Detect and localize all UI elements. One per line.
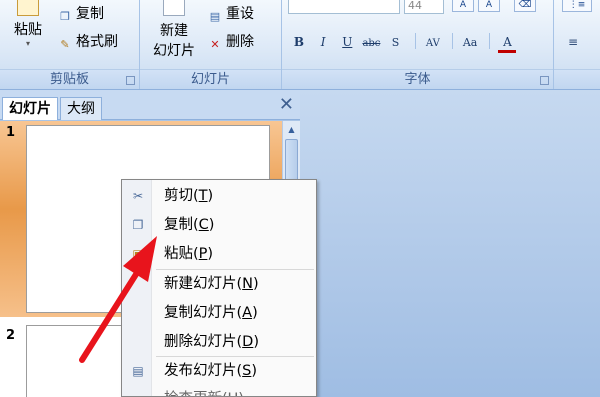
underline-button[interactable]: U: [338, 32, 356, 52]
copy-label: 复制: [76, 6, 104, 22]
reset-icon: ▤: [209, 10, 221, 23]
font-color-button[interactable]: A: [498, 34, 517, 53]
menu-item-label: 复制幻灯片(A): [164, 305, 258, 321]
italic-button[interactable]: I: [314, 32, 332, 52]
pane-tabs: 幻灯片 大纲 ✕: [0, 90, 300, 120]
close-icon[interactable]: ✕: [279, 95, 294, 115]
grow-font-button[interactable]: A: [452, 0, 474, 12]
reset-label: 重设: [226, 6, 254, 22]
font-group: 44 A A ⌫ B I U abc S AV Aa A 字体: [282, 0, 554, 89]
paste-icon: [17, 0, 39, 16]
menu-item-label: 检查更新(U): [164, 385, 244, 396]
font-separator: [414, 33, 416, 49]
format-painter-button[interactable]: ✎ 格式刷: [58, 32, 118, 52]
slides-group: 新建 幻灯片 ▤ 重设 ✕ 删除 幻灯片: [140, 0, 282, 89]
delete-label: 删除: [226, 34, 254, 50]
font-separator: [489, 33, 491, 49]
tab-outline[interactable]: 大纲: [60, 97, 102, 120]
font-name-box[interactable]: [288, 0, 400, 14]
character-spacing-button[interactable]: AV: [424, 34, 442, 54]
copy-button[interactable]: ❐ 复制: [58, 4, 104, 24]
menu-item-delete-slide[interactable]: 删除幻灯片(D): [122, 328, 316, 356]
paste-label: 粘贴: [14, 22, 42, 38]
new-slide-icon: [163, 0, 185, 16]
bullets-button[interactable]: ⋮≡: [562, 0, 592, 12]
clipboard-dialog-launcher[interactable]: [126, 76, 135, 85]
bold-button[interactable]: B: [290, 32, 308, 52]
scroll-up-icon[interactable]: ▲: [285, 123, 298, 136]
menu-item-label: 新建幻灯片(N): [164, 276, 259, 292]
menu-item-label: 剪切(T): [164, 188, 214, 204]
tab-slides[interactable]: 幻灯片: [2, 97, 58, 120]
text-shadow-button[interactable]: S: [387, 33, 405, 53]
menu-item-cut[interactable]: ✂ 剪切(T): [122, 182, 316, 210]
menu-item-paste[interactable]: ▣ 粘贴(P): [122, 240, 316, 268]
font-dialog-launcher[interactable]: [540, 76, 549, 85]
new-slide-button[interactable]: 新建 幻灯片: [144, 0, 204, 66]
scissors-icon: ✂: [132, 189, 144, 203]
menu-item-copy[interactable]: ❐ 复制(C): [122, 211, 316, 239]
paragraph-caption: [554, 69, 600, 89]
delete-button[interactable]: ✕ 删除: [208, 32, 254, 52]
slide-editor-area[interactable]: [300, 90, 600, 397]
copy-icon: ❐: [60, 10, 70, 23]
context-menu: ✂ 剪切(T) ❐ 复制(C) ▣ 粘贴(P) 新建幻灯片(N) 复制幻灯片(A…: [121, 179, 317, 397]
delete-icon: ✕: [210, 38, 220, 51]
menu-item-label: 删除幻灯片(D): [164, 334, 260, 350]
menu-item-check-updates[interactable]: 检查更新(U): [122, 385, 316, 396]
font-caption: 字体: [282, 69, 553, 89]
menu-item-duplicate-slide[interactable]: 复制幻灯片(A): [122, 299, 316, 327]
new-slide-label-1: 新建: [160, 23, 188, 39]
menu-item-label: 粘贴(P): [164, 246, 214, 262]
slides-caption: 幻灯片: [140, 69, 281, 89]
new-slide-label-2: 幻灯片: [153, 43, 195, 59]
format-painter-label: 格式刷: [76, 34, 118, 50]
shrink-font-button[interactable]: A: [478, 0, 500, 12]
copy-icon: ❐: [132, 218, 144, 232]
menu-item-new-slide[interactable]: 新建幻灯片(N): [122, 270, 316, 298]
menu-item-label: 发布幻灯片(S): [164, 363, 258, 379]
align-left-button[interactable]: ≡: [564, 32, 582, 52]
paste-button[interactable]: 粘贴 ▾: [6, 0, 50, 66]
publish-icon: ▤: [132, 364, 144, 378]
slide-number: 1: [6, 125, 16, 140]
clipboard-group: 粘贴 ▾ ❐ 复制 ✎ 格式刷 剪贴板: [0, 0, 140, 89]
chevron-down-icon[interactable]: ▾: [6, 39, 50, 49]
menu-item-publish-slides[interactable]: ▤ 发布幻灯片(S): [122, 357, 316, 385]
ribbon: 粘贴 ▾ ❐ 复制 ✎ 格式刷 剪贴板 新建 幻灯片 ▤ 重设 ✕ 删除 幻灯片 44 …: [0, 0, 600, 90]
strikethrough-button[interactable]: abc: [362, 34, 380, 54]
menu-item-label: 复制(C): [164, 217, 215, 233]
paragraph-group: ⋮≡ ≡: [554, 0, 600, 89]
slide-number: 2: [6, 328, 16, 343]
reset-button[interactable]: ▤ 重设: [208, 4, 254, 24]
paste-icon: ▣: [132, 247, 144, 261]
clipboard-caption: 剪贴板: [0, 69, 139, 89]
font-format-row: B I U abc S AV Aa A: [290, 32, 518, 54]
clear-format-button[interactable]: ⌫: [514, 0, 536, 12]
font-separator: [451, 33, 453, 49]
change-case-button[interactable]: Aa: [461, 33, 479, 53]
font-size-box[interactable]: 44: [404, 0, 444, 14]
format-painter-icon: ✎: [60, 38, 70, 51]
